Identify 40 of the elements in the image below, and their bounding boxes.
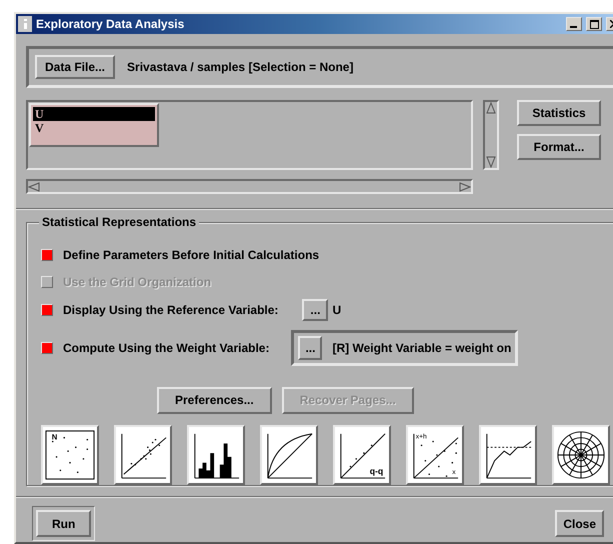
plot-label: q-q — [370, 466, 384, 476]
variable-item[interactable]: V — [33, 121, 155, 135]
data-file-description: Srivastava / samples [Selection = None] — [127, 60, 354, 74]
browse-button[interactable]: ... — [298, 336, 322, 360]
plot-label: N — [52, 432, 58, 442]
plot-button[interactable] — [552, 424, 610, 485]
scroll-down-icon[interactable] — [486, 156, 496, 168]
checkbox[interactable] — [41, 342, 53, 354]
checkbox[interactable] — [41, 248, 53, 261]
panel-title: Statistical Representations — [39, 215, 200, 229]
checkbox[interactable] — [41, 304, 53, 316]
plot-button[interactable] — [260, 424, 318, 485]
polar-plot-icon — [556, 428, 606, 481]
maximize-icon[interactable] — [586, 17, 602, 31]
run-button[interactable]: Run — [36, 510, 92, 537]
reference-value: U — [332, 302, 342, 317]
side-button[interactable]: Format... — [517, 134, 601, 160]
option-label: Compute Using the Weight Variable: — [63, 341, 270, 356]
plot-button[interactable] — [479, 424, 537, 485]
scroll-left-icon[interactable] — [28, 182, 40, 192]
plot-button[interactable] — [114, 424, 172, 485]
option-label: Display Using the Reference Variable: — [63, 302, 278, 317]
plot-button[interactable]: N — [41, 424, 99, 485]
horizontal-scrollbar[interactable] — [26, 179, 473, 194]
plot-button[interactable]: q-q — [333, 424, 391, 485]
action-button[interactable]: Preferences... — [157, 386, 272, 414]
browse-button[interactable]: ... — [302, 298, 328, 321]
data-file-button[interactable]: Data File... — [35, 55, 116, 79]
option-label: Define Parameters Before Initial Calculations — [63, 248, 320, 262]
variable-item[interactable]: U — [33, 107, 155, 121]
minimize-icon[interactable] — [566, 17, 582, 31]
vertical-scrollbar[interactable] — [483, 100, 499, 170]
info-icon — [18, 16, 32, 32]
scroll-up-icon[interactable] — [486, 102, 496, 114]
window-title: Exploratory Data Analysis — [36, 17, 186, 31]
weight-value: [R] Weight Variable = weight on — [332, 341, 512, 356]
scroll-right-icon[interactable] — [459, 182, 471, 192]
plot-button[interactable] — [187, 424, 245, 485]
side-button[interactable]: Statistics — [517, 100, 601, 126]
close-button[interactable]: Close — [555, 510, 604, 537]
